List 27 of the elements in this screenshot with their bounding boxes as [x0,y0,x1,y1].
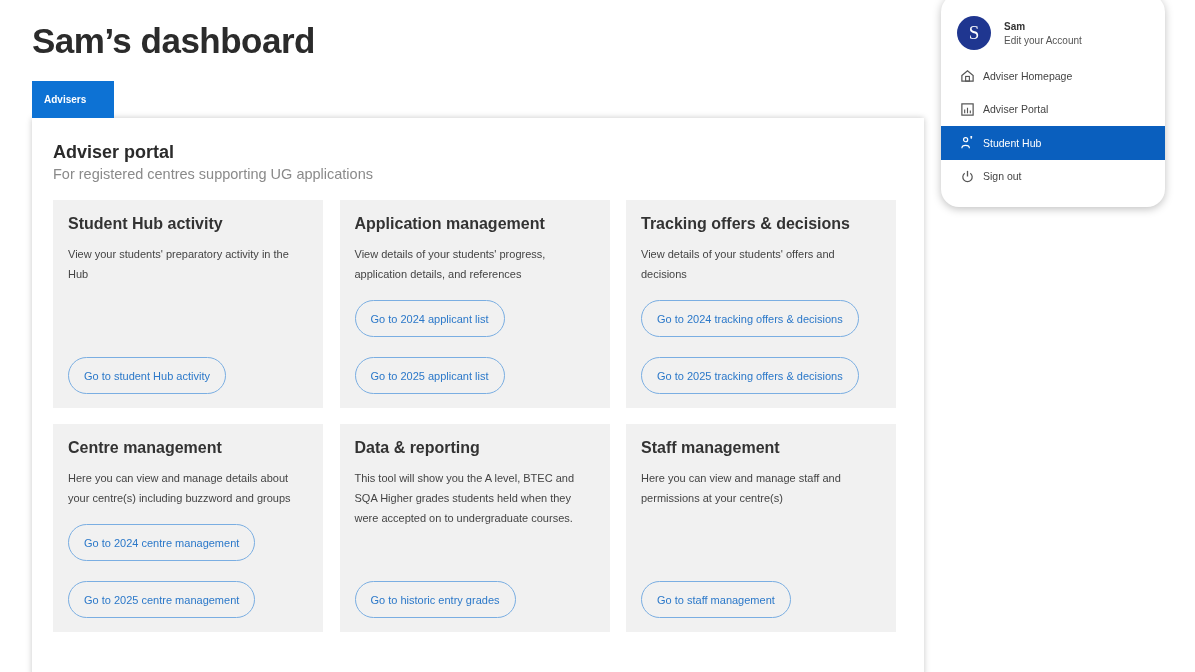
card-title: Centre management [68,439,223,457]
menu-item[interactable]: Adviser Homepage [941,59,1165,93]
portal-subtitle: For registered centres supporting UG applications [53,166,374,182]
avatar[interactable]: S [957,16,991,50]
tab[interactable]: Advisers [32,81,114,118]
menu-item[interactable]: Adviser Portal [941,92,1165,126]
card-title: Staff management [641,439,781,457]
card-description: View your students' preparatory activity in the Hub [68,247,290,282]
card-description: Here you can view and manage details about your centre(s) including buzzword and groups [68,471,292,506]
person-icon [960,135,975,151]
power-icon [960,168,975,184]
menu-item[interactable]: Sign out [941,159,1165,193]
menu-item[interactable]: Student Hub [941,126,1165,160]
card-title: Tracking offers & decisions [641,215,851,233]
portal-title: Adviser portal [53,142,176,163]
card-description: View details of your students' progress, application details, and references [354,247,547,282]
page-title: Sam’s dashboard [32,20,315,62]
card-title: Data & reporting [354,439,481,457]
card-description: View details of your students' offers and decisions [641,247,836,282]
edit-account-link[interactable]: Edit your Account [1004,34,1082,46]
user-name: Sam [1004,20,1027,32]
card-title: Application management [354,215,546,233]
card-description: This tool will show you the A level, BTEC and SQA Higher grades students held when they were accepted on to undergraduate courses. [354,471,575,526]
card-title: Student Hub activity [68,215,224,233]
card-description: Here you can view and manage staff and permissions at your centre(s) [641,471,842,506]
chart-icon [960,101,975,117]
home-icon [960,68,975,84]
